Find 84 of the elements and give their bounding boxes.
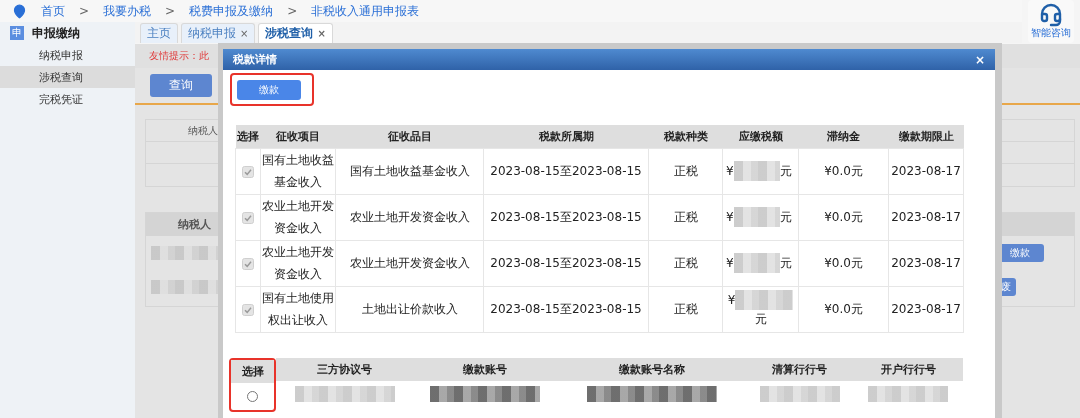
breadcrumb-separator: > [287, 4, 298, 18]
redacted-block [151, 280, 221, 294]
column-header: 税款种类 [648, 125, 723, 148]
currency-sign: ¥ [726, 255, 734, 272]
table-cell: 2023-08-17 [891, 256, 961, 270]
breadcrumb-link[interactable]: 税费申报及缴纳 [189, 2, 274, 20]
checkbox[interactable] [242, 165, 254, 178]
column-header: 清算行行号 [746, 357, 854, 381]
close-button[interactable]: × [974, 52, 985, 67]
currency-sign: ¥ [726, 209, 734, 226]
tab[interactable]: 纳税申报 × [181, 23, 256, 43]
column-header: 选择 [235, 125, 261, 148]
column-header: 税款所属期 [483, 125, 649, 148]
table-cell: 国有土地使用权出让收入 [262, 291, 334, 327]
column-header: 缴款账号 [413, 357, 558, 381]
breadcrumb-separator: > [79, 4, 90, 18]
table-cell: 2023-08-15至2023-08-15 [490, 210, 642, 224]
table-cell: 正税 [673, 164, 698, 178]
assistant-button[interactable]: 智能咨询 [1028, 0, 1074, 43]
column-header: 选择 [241, 363, 264, 379]
table-cell: 农业土地开发资金收入 [262, 199, 334, 235]
table-cell: 农业土地开发资金收入 [262, 245, 334, 281]
table-cell: ¥0.0元 [824, 256, 863, 270]
breadcrumb-link[interactable]: 首页 [41, 2, 65, 20]
table-cell: 2023-08-17 [891, 302, 961, 316]
unit-text: 元 [779, 209, 792, 226]
unit-text: 元 [779, 255, 792, 272]
table-cell: 正税 [673, 210, 698, 224]
sidebar-title: 申报缴纳 [32, 24, 80, 42]
checkbox[interactable] [242, 257, 254, 270]
sidebar-item[interactable]: 涉税查询 [0, 66, 135, 88]
dialog-title: 税款详情 [233, 52, 277, 67]
table-cell: 国有土地收益基金收入 [349, 164, 470, 178]
breadcrumb-separator: > [165, 4, 176, 18]
table-cell: 2023-08-15至2023-08-15 [490, 256, 642, 270]
close-icon[interactable]: × [317, 28, 326, 39]
notice-text: 友情提示：此 [149, 49, 209, 63]
headset-icon [1039, 3, 1063, 27]
tab[interactable]: 涉税查询 × [258, 23, 333, 43]
redacted-block [735, 290, 794, 310]
field-label: 纳税人 [188, 123, 218, 138]
currency-sign: ¥ [726, 163, 734, 180]
sidebar-item[interactable]: 完税凭证 [0, 88, 135, 110]
redacted-block [733, 207, 780, 227]
breadcrumb-link[interactable]: 我要办税 [103, 2, 152, 20]
radio-button[interactable] [247, 390, 258, 402]
redacted-block [733, 253, 780, 273]
table-cell: 土地出让价款收入 [361, 302, 458, 316]
redacted-block [733, 161, 780, 181]
column-header: 开户行行号 [853, 357, 963, 381]
table-cell: 2023-08-15至2023-08-15 [490, 302, 642, 316]
checkbox[interactable] [242, 303, 254, 316]
unit-text: 元 [754, 311, 767, 328]
currency-sign: ¥ [727, 292, 736, 309]
table-cell: ¥0.0元 [824, 164, 863, 178]
section-title: 纳税人 [178, 217, 211, 232]
checkbox[interactable] [242, 211, 254, 224]
table-cell: 正税 [673, 302, 698, 316]
pay-button[interactable]: 缴款 [237, 79, 301, 100]
tab[interactable]: 主页 [140, 23, 178, 43]
unit-text: 元 [779, 163, 792, 180]
table-cell: 2023-08-17 [891, 210, 961, 224]
column-header: 缴款期限止 [888, 125, 964, 148]
menu-section-icon: 申 [10, 26, 24, 40]
close-icon[interactable]: × [240, 28, 249, 39]
location-pin-icon [12, 3, 27, 19]
column-header: 滞纳金 [798, 125, 889, 148]
table-cell: ¥0.0元 [824, 302, 863, 316]
sidebar-item[interactable]: 纳税申报 [0, 44, 135, 66]
column-header: 三方协议号 [276, 357, 414, 381]
column-header: 征收品目 [335, 125, 484, 148]
table-cell: 农业土地开发资金收入 [349, 256, 470, 270]
query-button[interactable]: 查询 [150, 74, 212, 97]
table-cell: ¥0.0元 [824, 210, 863, 224]
breadcrumb-link[interactable]: 非税收入通用申报表 [311, 2, 420, 20]
table-cell: 农业土地开发资金收入 [349, 210, 470, 224]
column-header: 缴款账号名称 [557, 357, 747, 381]
column-header: 应缴税额 [722, 125, 799, 148]
table-cell: 2023-08-15至2023-08-15 [490, 164, 642, 178]
table-cell: 正税 [673, 256, 698, 270]
table-cell: 国有土地收益基金收入 [262, 153, 334, 189]
column-header: 征收项目 [260, 125, 336, 148]
table-cell: 2023-08-17 [891, 164, 961, 178]
redacted-block [151, 246, 221, 260]
